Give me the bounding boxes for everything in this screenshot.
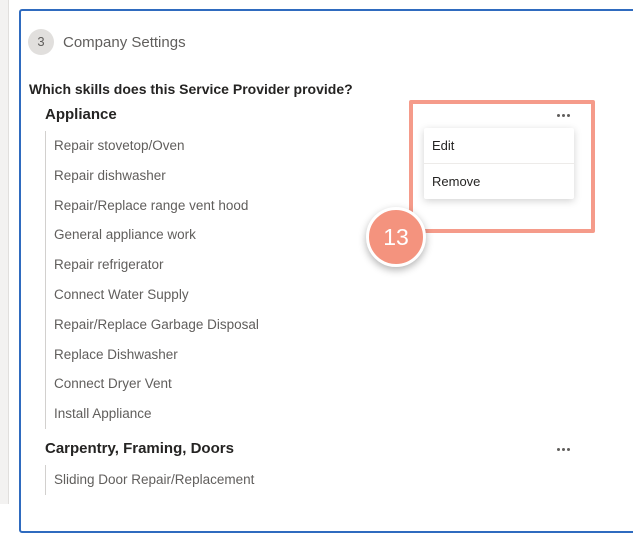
left-panel-strip — [0, 0, 8, 504]
list-item[interactable]: Repair stovetop/Oven — [46, 131, 259, 161]
group-title-appliance: Appliance — [45, 106, 117, 123]
context-menu: Edit Remove — [424, 128, 574, 199]
list-item[interactable]: Connect Dryer Vent — [46, 369, 259, 399]
list-item[interactable]: Repair refrigerator — [46, 250, 259, 280]
list-item[interactable]: Connect Water Supply — [46, 280, 259, 310]
list-item[interactable]: Repair/Replace Garbage Disposal — [46, 310, 259, 340]
list-item[interactable]: Replace Dishwasher — [46, 340, 259, 370]
list-item[interactable]: Install Appliance — [46, 399, 259, 429]
group-title-carpentry: Carpentry, Framing, Doors — [45, 440, 234, 457]
menu-item-edit[interactable]: Edit — [424, 128, 574, 163]
skills-question: Which skills does this Service Provider … — [29, 81, 353, 97]
more-horizontal-icon[interactable] — [551, 441, 575, 457]
skill-list-carpentry: Sliding Door Repair/Replacement — [45, 465, 254, 495]
list-item[interactable]: Repair/Replace range vent hood — [46, 191, 259, 221]
annotation-step-badge: 13 — [366, 207, 426, 267]
list-item[interactable]: Sliding Door Repair/Replacement — [46, 465, 254, 495]
step-title: Company Settings — [63, 34, 186, 51]
step-number-badge: 3 — [28, 29, 54, 55]
menu-item-remove[interactable]: Remove — [424, 164, 574, 199]
left-panel-divider — [8, 0, 9, 504]
skill-list-appliance: Repair stovetop/Oven Repair dishwasher R… — [45, 131, 259, 429]
list-item[interactable]: Repair dishwasher — [46, 161, 259, 191]
list-item[interactable]: General appliance work — [46, 220, 259, 250]
